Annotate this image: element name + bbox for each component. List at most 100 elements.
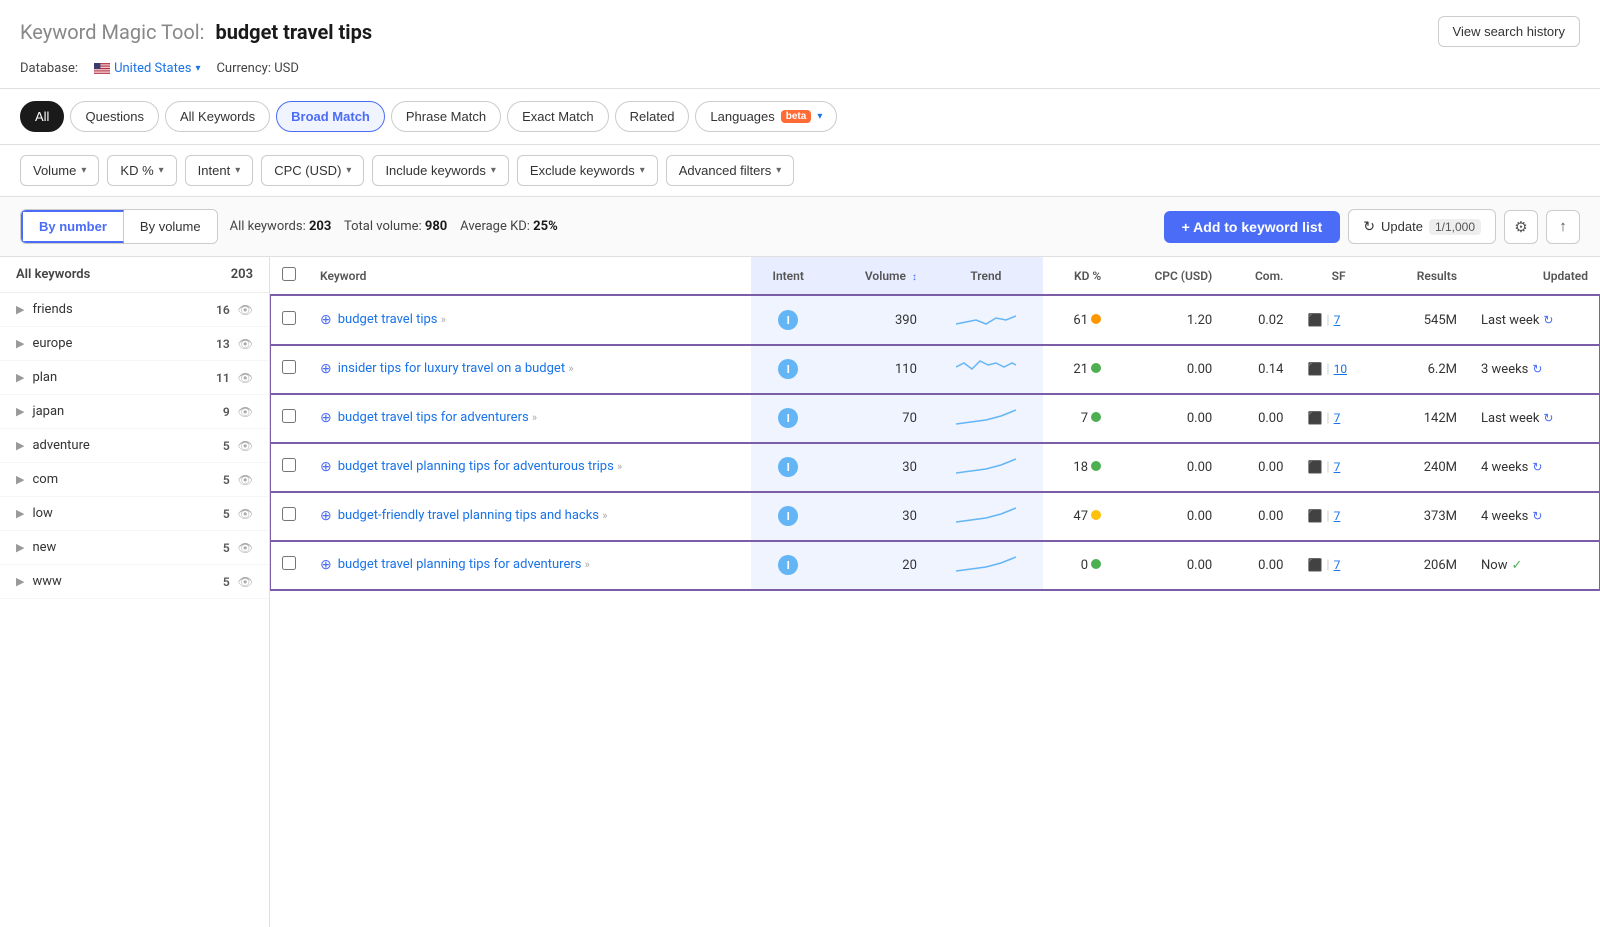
updated-cell: 4 weeks ↻ <box>1469 443 1600 492</box>
sidebar-item[interactable]: ▶ friends 16 👁 <box>0 293 269 327</box>
updated-cell: 3 weeks ↻ <box>1469 345 1600 394</box>
update-button[interactable]: ↻ Update 1/1,000 <box>1348 209 1496 244</box>
row-checkbox[interactable] <box>282 311 296 325</box>
filter-intent-label: Intent <box>198 163 231 178</box>
trend-chart <box>956 306 1016 330</box>
sidebar-item[interactable]: ▶ low 5 👁 <box>0 497 269 531</box>
com-cell: 0.00 <box>1224 443 1295 492</box>
sidebar-item-count: 5 <box>223 473 230 487</box>
keyword-text[interactable]: budget travel tips » <box>338 311 446 329</box>
filter-kd[interactable]: KD % ▾ <box>107 155 176 186</box>
sidebar-item[interactable]: ▶ com 5 👁 <box>0 463 269 497</box>
row-checkbox-cell[interactable] <box>270 295 308 345</box>
tab-all-keywords[interactable]: All Keywords <box>165 101 270 132</box>
country-selector[interactable]: United States ▾ <box>94 61 200 76</box>
sidebar-item[interactable]: ▶ plan 11 👁 <box>0 361 269 395</box>
filter-intent-chevron-icon: ▾ <box>235 165 240 176</box>
sf-number[interactable]: 7 <box>1334 509 1341 523</box>
trend-chart <box>956 502 1016 526</box>
refresh-icon[interactable]: ↻ <box>1543 313 1553 327</box>
keyword-text[interactable]: budget travel planning tips for adventur… <box>338 556 590 574</box>
sf-icon: ⬛ <box>1307 313 1322 327</box>
filter-cpc[interactable]: CPC (USD) ▾ <box>261 155 364 186</box>
sidebar-item[interactable]: ▶ new 5 👁 <box>0 531 269 565</box>
sf-number[interactable]: 7 <box>1334 460 1341 474</box>
total-volume-label: Total volume: <box>344 219 422 234</box>
volume-cell: 20 <box>826 541 929 590</box>
table-row: ⊕ budget travel planning tips for advent… <box>270 443 1600 492</box>
settings-icon: ⚙ <box>1514 218 1527 236</box>
kd-cell: 21 <box>1043 345 1113 394</box>
row-checkbox[interactable] <box>282 556 296 570</box>
table-row: ⊕ budget travel tips for adventurers » I… <box>270 394 1600 443</box>
settings-button[interactable]: ⚙ <box>1504 210 1538 244</box>
row-checkbox[interactable] <box>282 360 296 374</box>
database-row: Database: United States ▾ Currency: <box>20 55 1580 88</box>
filter-volume[interactable]: Volume ▾ <box>20 155 99 186</box>
sidebar-item-count: 5 <box>223 439 230 453</box>
filter-exclude-keywords[interactable]: Exclude keywords ▾ <box>517 155 658 186</box>
sf-number[interactable]: 7 <box>1334 313 1341 327</box>
filter-include-label: Include keywords <box>385 163 485 178</box>
col-volume[interactable]: Volume ↕ <box>826 257 929 295</box>
languages-button[interactable]: Languages beta ▾ <box>695 101 837 132</box>
update-label: Update <box>1381 219 1423 234</box>
select-all-checkbox[interactable] <box>282 267 296 281</box>
view-history-button[interactable]: View search history <box>1438 16 1580 47</box>
results-cell: 373M <box>1382 492 1469 541</box>
tab-related[interactable]: Related <box>615 101 690 132</box>
refresh-icon: ↻ <box>1363 218 1375 235</box>
keyword-text[interactable]: budget travel planning tips for adventur… <box>338 458 622 476</box>
check-icon: ✓ <box>1511 558 1522 573</box>
add-to-keyword-list-button[interactable]: + Add to keyword list <box>1164 211 1341 243</box>
sidebar-header: All keywords 203 <box>0 257 269 293</box>
keyword-text[interactable]: budget-friendly travel planning tips and… <box>338 507 608 525</box>
sf-number[interactable]: 7 <box>1334 558 1341 572</box>
tab-broad-match[interactable]: Broad Match <box>276 101 385 132</box>
intent-badge: I <box>778 506 798 526</box>
filters-row: Volume ▾ KD % ▾ Intent ▾ CPC (USD) ▾ Inc… <box>0 145 1600 197</box>
refresh-icon[interactable]: ↻ <box>1532 460 1542 474</box>
sidebar-item[interactable]: ▶ europe 13 👁 <box>0 327 269 361</box>
sf-number[interactable]: 7 <box>1334 411 1341 425</box>
filter-intent[interactable]: Intent ▾ <box>185 155 254 186</box>
tab-phrase-match[interactable]: Phrase Match <box>391 101 501 132</box>
keyword-cell: ⊕ budget travel tips » <box>308 295 751 345</box>
export-button[interactable]: ↑ <box>1546 210 1580 244</box>
filter-volume-label: Volume <box>33 163 76 178</box>
keyword-text[interactable]: insider tips for luxury travel on a budg… <box>338 360 574 378</box>
col-sf: SF <box>1295 257 1381 295</box>
intent-badge: I <box>778 555 798 575</box>
sidebar-item[interactable]: ▶ adventure 5 👁 <box>0 429 269 463</box>
keyword-text[interactable]: budget travel tips for adventurers » <box>338 409 537 427</box>
seg-by-number[interactable]: By number <box>21 210 124 243</box>
sidebar-item[interactable]: ▶ www 5 👁 <box>0 565 269 599</box>
keyword-cell: ⊕ budget travel planning tips for advent… <box>308 443 751 492</box>
country-chevron-icon: ▾ <box>195 63 200 74</box>
sf-icon: ⬛ <box>1307 460 1322 474</box>
title-row: Keyword Magic Tool: budget travel tips V… <box>20 16 1580 47</box>
keyword-cell: ⊕ budget-friendly travel planning tips a… <box>308 492 751 541</box>
filter-include-keywords[interactable]: Include keywords ▾ <box>372 155 508 186</box>
volume-cell: 70 <box>826 394 929 443</box>
sf-cell: ⬛ | 7 <box>1295 492 1381 541</box>
sidebar-item-count: 5 <box>223 541 230 555</box>
row-checkbox[interactable] <box>282 507 296 521</box>
row-checkbox[interactable] <box>282 458 296 472</box>
sort-icon: ↕ <box>912 272 917 283</box>
tab-exact-match[interactable]: Exact Match <box>507 101 609 132</box>
sidebar-item[interactable]: ▶ japan 9 👁 <box>0 395 269 429</box>
tab-all[interactable]: All <box>20 101 64 132</box>
sf-number[interactable]: 10 <box>1334 362 1348 376</box>
title-prefix: Keyword Magic Tool: <box>20 20 204 44</box>
com-cell: 0.14 <box>1224 345 1295 394</box>
filter-advanced[interactable]: Advanced filters ▾ <box>666 155 795 186</box>
refresh-icon[interactable]: ↻ <box>1532 509 1542 523</box>
results-cell: 240M <box>1382 443 1469 492</box>
keyword-cell: ⊕ budget travel tips for adventurers » <box>308 394 751 443</box>
refresh-icon[interactable]: ↻ <box>1543 411 1553 425</box>
refresh-icon[interactable]: ↻ <box>1532 362 1542 376</box>
row-checkbox[interactable] <box>282 409 296 423</box>
tab-questions[interactable]: Questions <box>70 101 159 132</box>
seg-by-volume[interactable]: By volume <box>124 210 217 243</box>
